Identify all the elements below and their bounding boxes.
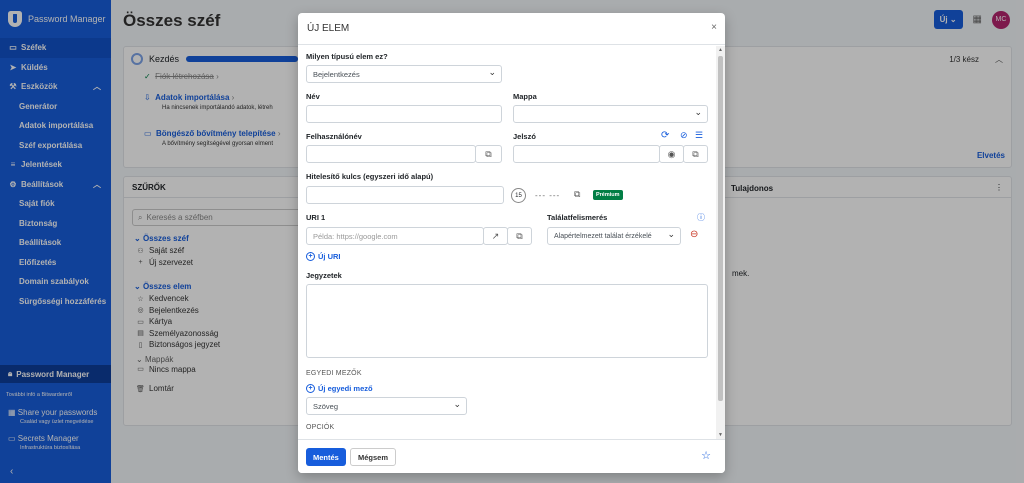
uri-label: URI 1 (306, 213, 326, 222)
generate-password-icon[interactable]: ⟳ (661, 130, 669, 141)
notes-textarea[interactable] (306, 284, 708, 358)
plus-circle-icon: + (306, 384, 315, 393)
check-password-icon[interactable]: ⊘ (680, 130, 688, 141)
totp-code: --- --- (535, 191, 561, 200)
copy-icon: ⧉ (516, 230, 523, 241)
favorite-star-icon[interactable]: ☆ (701, 449, 711, 462)
name-label: Név (306, 92, 320, 101)
totp-timer: 15 (511, 188, 526, 203)
totp-input[interactable] (306, 186, 504, 204)
new-uri-button[interactable]: + Új URI (306, 252, 341, 261)
new-item-dialog: ÚJ ELEM × Milyen típusú elem ez? Bejelen… (298, 13, 725, 473)
save-button[interactable]: Mentés (306, 448, 346, 466)
dialog-footer: Mentés Mégsem ☆ (298, 439, 725, 473)
scroll-down-icon: ▼ (718, 432, 723, 438)
match-detection-label: Találatfelismerés (547, 213, 608, 222)
username-input[interactable] (306, 145, 476, 163)
premium-badge: Prémium (593, 190, 623, 200)
password-history-icon[interactable]: ☰ (695, 130, 703, 141)
launch-uri-button[interactable]: ↗ (483, 227, 508, 245)
custom-fields-heading: EGYEDI MEZŐK (306, 370, 362, 377)
options-heading: OPCIÓK (306, 424, 335, 431)
cancel-button[interactable]: Mégsem (350, 448, 397, 466)
custom-field-type-select[interactable]: Szöveg (306, 397, 467, 415)
password-input[interactable] (513, 145, 660, 163)
copy-totp-icon[interactable]: ⧉ (574, 189, 580, 200)
dialog-scrollbar[interactable]: ▲ ▼ (716, 46, 725, 439)
copy-uri-button[interactable]: ⧉ (507, 227, 532, 245)
totp-label: Hitelesítő kulcs (egyszeri idő alapú) (306, 172, 434, 181)
copy-icon: ⧉ (692, 148, 699, 159)
help-icon[interactable]: ⓘ (697, 212, 705, 223)
name-input[interactable] (306, 105, 502, 123)
password-label: Jelszó (513, 132, 536, 141)
item-type-select[interactable]: Bejelentkezés (306, 65, 502, 83)
uri-input[interactable]: Példa: https://google.com (306, 227, 484, 245)
copy-password-button[interactable]: ⧉ (683, 145, 708, 163)
copy-username-button[interactable]: ⧉ (475, 145, 502, 163)
scroll-up-icon: ▲ (718, 47, 723, 53)
plus-circle-icon: + (306, 252, 315, 261)
external-link-icon: ↗ (491, 230, 500, 241)
remove-uri-icon[interactable]: ⊖ (690, 229, 698, 240)
dialog-title: ÚJ ELEM (298, 13, 725, 45)
folder-select[interactable] (513, 105, 708, 123)
type-label: Milyen típusú elem ez? (306, 52, 388, 61)
match-detection-select[interactable]: Alapértelmezett találat érzékelé (547, 227, 681, 245)
scrollbar-thumb[interactable] (718, 56, 723, 401)
copy-icon: ⧉ (485, 148, 492, 159)
notes-label: Jegyzetek (306, 271, 342, 280)
username-label: Felhasználónév (306, 132, 362, 141)
eye-icon: ◉ (667, 148, 676, 159)
close-icon[interactable]: × (711, 22, 717, 33)
dialog-body: Milyen típusú elem ez? Bejelentkezés Név… (298, 46, 716, 439)
toggle-visibility-button[interactable]: ◉ (659, 145, 684, 163)
new-custom-field-button[interactable]: + Új egyedi mező (306, 384, 373, 393)
folder-label: Mappa (513, 92, 537, 101)
